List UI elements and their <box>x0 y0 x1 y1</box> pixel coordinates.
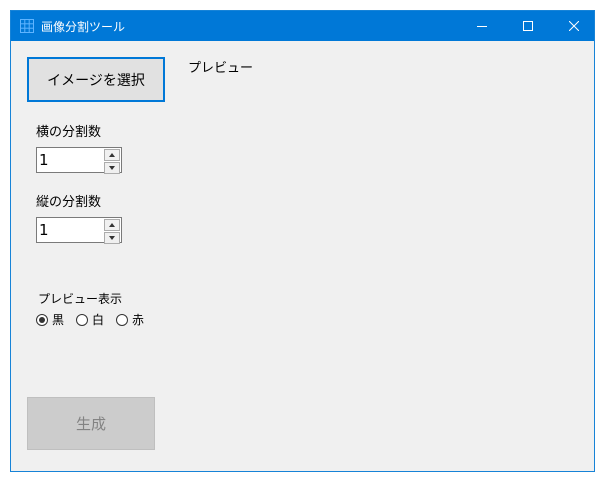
vertical-divisions-label: 縦の分割数 <box>36 195 102 210</box>
radio-label-red: 赤 <box>132 313 145 327</box>
window-title: 画像分割ツール <box>41 20 126 34</box>
spin-up-button[interactable] <box>104 219 120 231</box>
app-window: 画像分割ツール イメージを選択 プレビュー 横の分割数 1 縦の分割数 1 プレ… <box>10 10 595 472</box>
maximize-button[interactable] <box>505 11 551 41</box>
spin-down-button[interactable] <box>104 162 120 174</box>
preview-label: プレビュー <box>188 61 254 76</box>
horizontal-divisions-label: 横の分割数 <box>36 125 102 140</box>
maximize-icon <box>523 21 533 31</box>
vertical-divisions-stepper[interactable]: 1 <box>36 217 122 244</box>
spin-buttons <box>104 219 120 244</box>
minimize-icon <box>477 26 487 27</box>
minimize-button[interactable] <box>459 11 505 41</box>
spin-up-button[interactable] <box>104 149 120 161</box>
chevron-down-icon <box>109 166 115 170</box>
radio-button[interactable] <box>76 313 88 326</box>
radio-white[interactable]: 白 <box>76 311 104 328</box>
radio-button-checked[interactable] <box>36 313 48 326</box>
vertical-divisions-value[interactable]: 1 <box>39 221 49 239</box>
chevron-up-icon <box>109 223 115 227</box>
title-bar[interactable]: 画像分割ツール <box>11 11 594 41</box>
grid-icon <box>20 19 34 33</box>
horizontal-divisions-value[interactable]: 1 <box>39 151 49 169</box>
chevron-up-icon <box>109 153 115 157</box>
spin-buttons <box>104 149 120 174</box>
close-icon <box>569 21 579 31</box>
preview-display-label: プレビュー表示 <box>38 292 123 306</box>
spin-down-button[interactable] <box>104 232 120 244</box>
radio-label-white: 白 <box>92 313 105 327</box>
select-image-button[interactable]: イメージを選択 <box>27 57 165 102</box>
generate-button[interactable]: 生成 <box>27 397 155 450</box>
horizontal-divisions-stepper[interactable]: 1 <box>36 147 122 174</box>
close-button[interactable] <box>551 11 597 41</box>
radio-black[interactable]: 黒 <box>36 311 64 328</box>
radio-red[interactable]: 赤 <box>116 311 144 328</box>
radio-label-black: 黒 <box>52 313 65 327</box>
radio-button[interactable] <box>116 313 128 326</box>
chevron-down-icon <box>109 236 115 240</box>
